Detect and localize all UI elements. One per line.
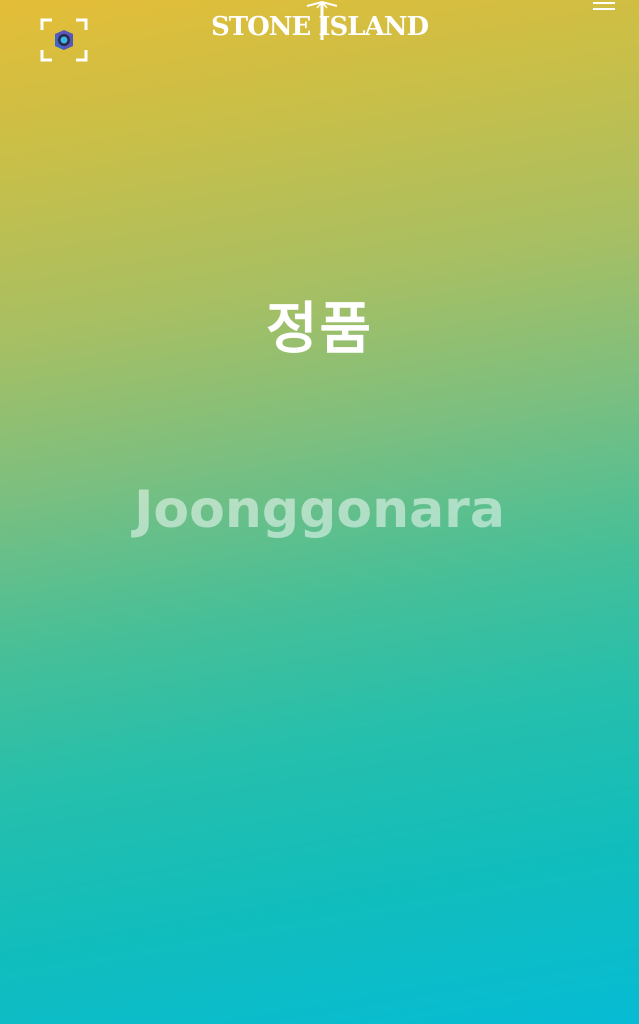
brand-logo[interactable]: STONE ISLAND [0,8,639,45]
top-bar: STONE ISLAND [0,0,639,70]
watermark-text: Joonggonara [134,480,505,540]
hamburger-menu-button[interactable] [593,2,615,16]
hamburger-menu-icon [593,2,615,10]
brand-logo-left: STONE [210,12,311,42]
authentic-headline: 정품 [265,297,374,362]
brand-logo-right: ISLAND [318,12,429,42]
